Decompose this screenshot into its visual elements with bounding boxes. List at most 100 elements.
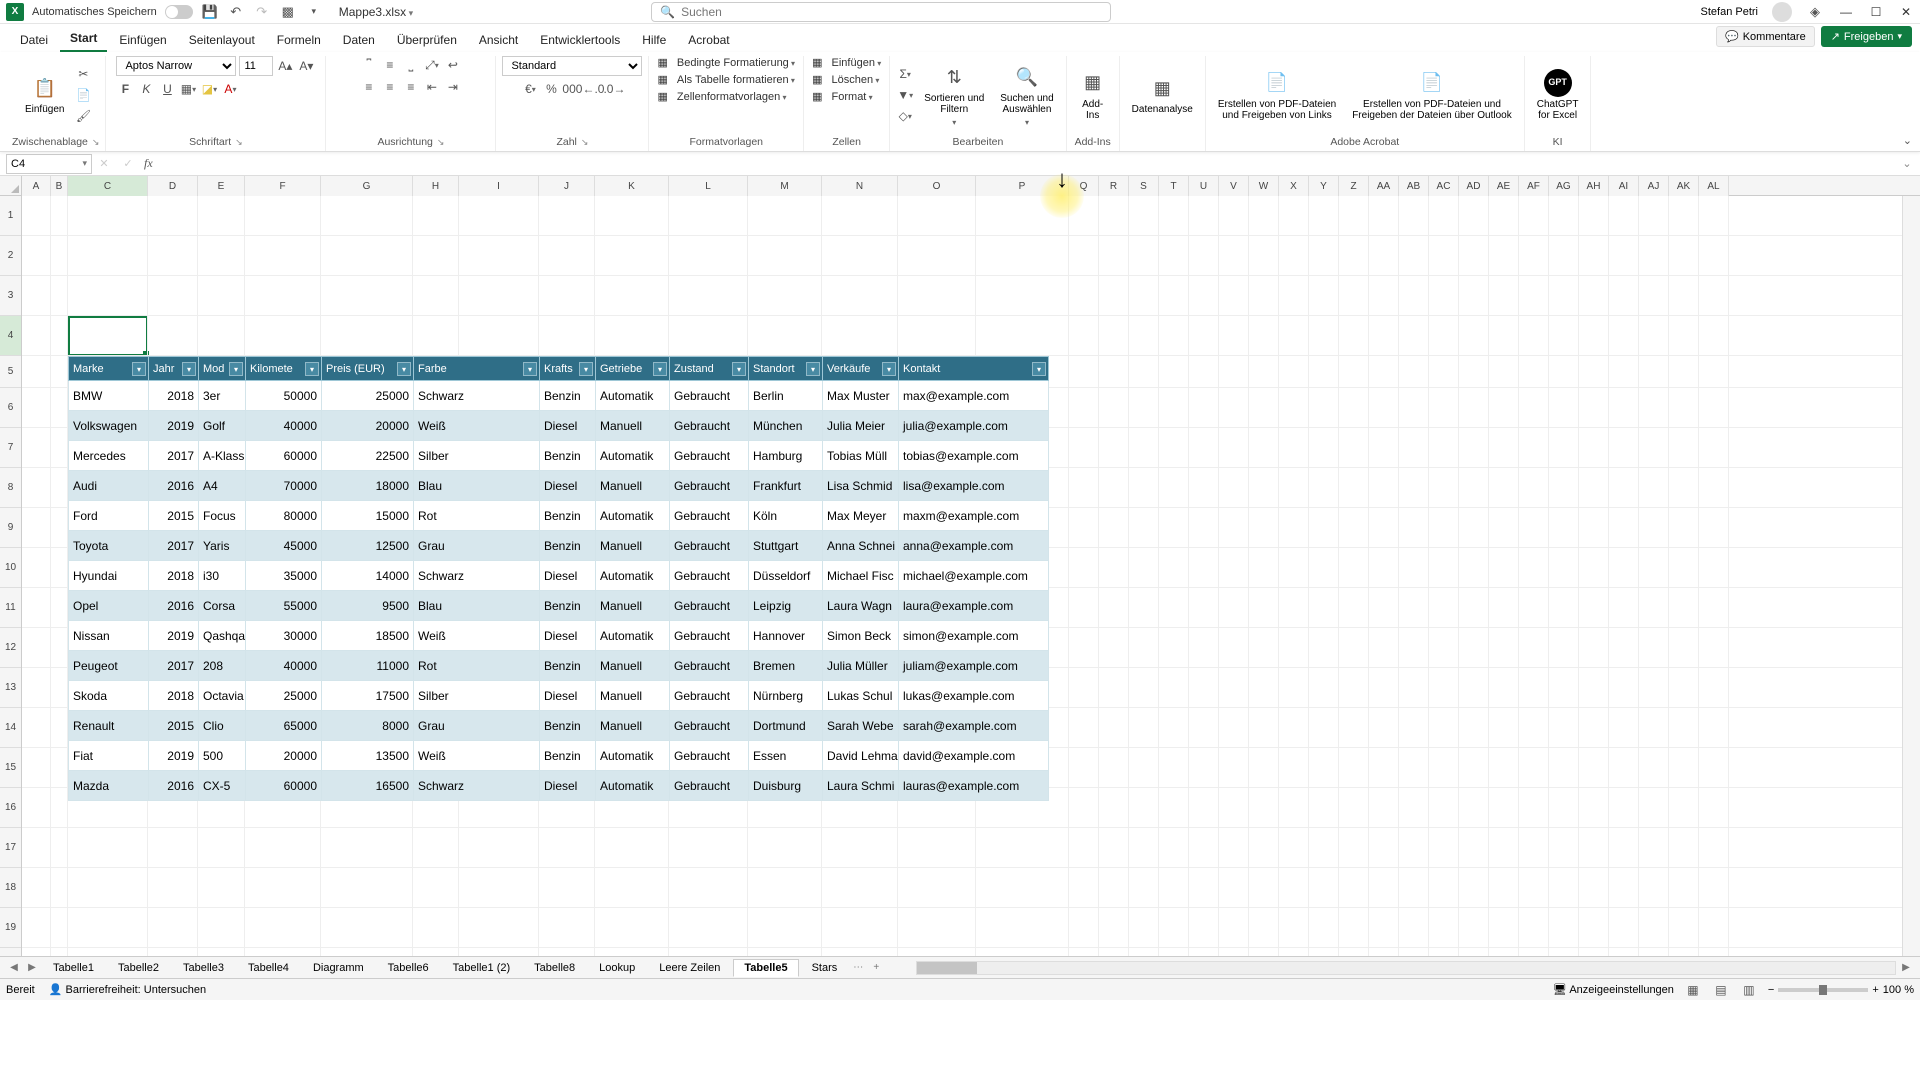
zoom-out-button[interactable]: − <box>1768 984 1774 996</box>
column-header-D[interactable]: D <box>148 176 198 196</box>
sheet-nav-prev-icon[interactable]: ◀ <box>6 960 22 976</box>
number-launcher-icon[interactable]: ↘ <box>581 137 589 148</box>
column-header-AB[interactable]: AB <box>1399 176 1429 196</box>
table-cell[interactable]: laura@example.com <box>899 591 1049 621</box>
table-header[interactable]: Preis (EUR)▾ <box>322 357 414 381</box>
table-cell[interactable]: Julia Meier <box>823 411 899 441</box>
table-cell[interactable]: 2018 <box>149 681 199 711</box>
column-header-V[interactable]: V <box>1219 176 1249 196</box>
table-row[interactable]: Nissan2019Qashqa3000018500WeißDieselAuto… <box>69 621 1049 651</box>
table-cell[interactable]: Laura Wagn <box>823 591 899 621</box>
column-header-AA[interactable]: AA <box>1369 176 1399 196</box>
table-cell[interactable]: Audi <box>69 471 149 501</box>
expand-formula-icon[interactable]: ⌄ <box>1898 155 1916 173</box>
table-cell[interactable]: Corsa <box>199 591 246 621</box>
format-painter-icon[interactable]: 🖌 <box>74 107 92 125</box>
format-cells-button[interactable]: ▦ Format <box>810 90 875 103</box>
table-cell[interactable]: 20000 <box>246 741 322 771</box>
accept-formula-icon[interactable]: ✓ <box>119 155 137 173</box>
find-select-button[interactable]: 🔍 Suchen und Auswählen <box>994 61 1059 129</box>
table-cell[interactable]: Mazda <box>69 771 149 801</box>
table-cell[interactable]: Gebraucht <box>670 561 749 591</box>
filter-button[interactable]: ▾ <box>305 362 319 376</box>
table-cell[interactable]: Essen <box>749 741 823 771</box>
table-cell[interactable]: Weiß <box>414 741 540 771</box>
table-cell[interactable]: Max Muster <box>823 381 899 411</box>
autosum-icon[interactable]: Σ <box>896 65 914 83</box>
ribbon-tab-formeln[interactable]: Formeln <box>267 28 331 52</box>
sheet-nav-next-icon[interactable]: ▶ <box>24 960 40 976</box>
maximize-button[interactable]: ☐ <box>1868 4 1884 20</box>
table-cell[interactable]: Gebraucht <box>670 471 749 501</box>
table-cell[interactable]: Diesel <box>540 471 596 501</box>
table-row[interactable]: Volkswagen2019Golf4000020000WeißDieselMa… <box>69 411 1049 441</box>
table-cell[interactable]: 35000 <box>246 561 322 591</box>
table-cell[interactable]: Schwarz <box>414 771 540 801</box>
table-row[interactable]: Audi2016A47000018000BlauDieselManuellGeb… <box>69 471 1049 501</box>
align-middle-icon[interactable]: ≡ <box>381 56 399 74</box>
font-launcher-icon[interactable]: ↘ <box>235 137 243 148</box>
table-cell[interactable]: Weiß <box>414 411 540 441</box>
autosave-toggle[interactable] <box>165 5 193 19</box>
table-cell[interactable]: Automatik <box>596 771 670 801</box>
sheet-tab-tabelle2[interactable]: Tabelle2 <box>107 959 170 977</box>
cells-area[interactable]: Marke▾Jahr▾Mod▾Kilomete▾Preis (EUR)▾Farb… <box>22 196 1902 956</box>
filter-button[interactable]: ▾ <box>1032 362 1046 376</box>
table-cell[interactable]: Weiß <box>414 621 540 651</box>
table-cell[interactable]: Max Meyer <box>823 501 899 531</box>
zoom-slider[interactable] <box>1778 988 1868 992</box>
sheet-tab-tabelle12[interactable]: Tabelle1 (2) <box>442 959 521 977</box>
decrease-font-icon[interactable]: A▾ <box>297 57 315 75</box>
diamond-icon[interactable]: ◈ <box>1806 3 1824 21</box>
table-cell[interactable]: Manuell <box>596 471 670 501</box>
font-size-input[interactable] <box>239 56 273 76</box>
column-header-H[interactable]: H <box>413 176 459 196</box>
column-header-AK[interactable]: AK <box>1669 176 1699 196</box>
zoom-in-button[interactable]: + <box>1872 984 1878 996</box>
table-row[interactable]: Fiat20195002000013500WeißBenzinAutomatik… <box>69 741 1049 771</box>
table-cell[interactable]: Dortmund <box>749 711 823 741</box>
column-header-G[interactable]: G <box>321 176 413 196</box>
fill-icon[interactable]: ▼ <box>896 86 914 104</box>
italic-icon[interactable]: K <box>137 80 155 98</box>
table-cell[interactable]: Diesel <box>540 681 596 711</box>
row-header-15[interactable]: 15 <box>0 748 21 788</box>
table-cell[interactable]: Qashqa <box>199 621 246 651</box>
search-box[interactable]: 🔍 Suchen <box>651 2 1111 22</box>
table-row[interactable]: Renault2015Clio650008000GrauBenzinManuel… <box>69 711 1049 741</box>
ribbon-tab-datei[interactable]: Datei <box>10 28 58 52</box>
table-cell[interactable]: Lukas Schul <box>823 681 899 711</box>
ribbon-tab-entwicklertools[interactable]: Entwicklertools <box>530 28 630 52</box>
table-cell[interactable]: 2015 <box>149 501 199 531</box>
table-header[interactable]: Krafts▾ <box>540 357 596 381</box>
table-cell[interactable]: Manuell <box>596 711 670 741</box>
column-header-C[interactable]: C <box>68 176 148 196</box>
table-cell[interactable]: Gebraucht <box>670 651 749 681</box>
table-row[interactable]: Peugeot20172084000011000RotBenzinManuell… <box>69 651 1049 681</box>
delete-cells-button[interactable]: ▦ Löschen <box>810 73 881 86</box>
table-cell[interactable]: 2015 <box>149 711 199 741</box>
table-cell[interactable]: Schwarz <box>414 561 540 591</box>
clear-icon[interactable]: ◇ <box>896 107 914 125</box>
table-cell[interactable]: 2019 <box>149 411 199 441</box>
table-cell[interactable]: Stuttgart <box>749 531 823 561</box>
table-cell[interactable]: 17500 <box>322 681 414 711</box>
increase-font-icon[interactable]: A▴ <box>276 57 294 75</box>
sheet-tab-lookup[interactable]: Lookup <box>588 959 646 977</box>
select-all-button[interactable] <box>0 176 22 196</box>
table-cell[interactable]: 2018 <box>149 381 199 411</box>
column-header-E[interactable]: E <box>198 176 245 196</box>
column-header-K[interactable]: K <box>595 176 669 196</box>
camera-icon[interactable]: ▩ <box>279 3 297 21</box>
page-break-view-icon[interactable]: ▥ <box>1740 981 1758 999</box>
increase-indent-icon[interactable]: ⇥ <box>444 78 462 96</box>
table-cell[interactable]: Hamburg <box>749 441 823 471</box>
clipboard-launcher-icon[interactable]: ↘ <box>92 137 100 148</box>
minimize-button[interactable]: — <box>1838 4 1854 20</box>
table-cell[interactable]: lisa@example.com <box>899 471 1049 501</box>
table-cell[interactable]: max@example.com <box>899 381 1049 411</box>
table-row[interactable]: Toyota2017Yaris4500012500GrauBenzinManue… <box>69 531 1049 561</box>
display-settings-button[interactable]: 🖥 Anzeigeeinstellungen <box>1553 983 1674 996</box>
user-name[interactable]: Stefan Petri <box>1701 6 1758 18</box>
table-cell[interactable]: 30000 <box>246 621 322 651</box>
